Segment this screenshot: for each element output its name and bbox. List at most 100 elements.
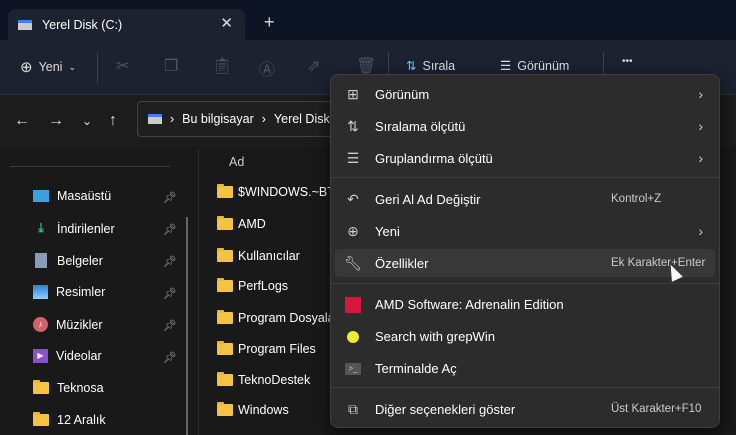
list-item[interactable]: PerfLogs (217, 278, 289, 293)
menu-item-show-more-options[interactable]: ⧉ Diğer seçenekleri göster Üst Karakter+F1… (335, 395, 715, 423)
divider (10, 166, 170, 167)
menu-item-label: Görünüm (375, 86, 430, 102)
menu-item-grepwin[interactable]: Search with grepWin (335, 322, 715, 350)
pin-icon[interactable]: 📌︎ (163, 191, 177, 204)
menu-item-undo-rename[interactable]: ↶ Geri Al Ad Değiştir Kontrol+Z (335, 185, 715, 213)
menu-item-label: Gruplandırma ölçütü (375, 150, 493, 166)
terminal-icon: >_ (343, 360, 363, 376)
new-label: Yeni (38, 60, 63, 74)
pin-icon[interactable]: 📌︎ (163, 255, 177, 268)
menu-item-label: Geri Al Ad Değiştir (375, 191, 481, 207)
documents-icon (35, 253, 47, 268)
list-item[interactable]: Kullanıcılar (217, 248, 300, 263)
file-name: TeknoDestek (238, 373, 311, 387)
folder-icon (217, 278, 233, 292)
chevron-right-icon: › (261, 112, 266, 126)
folder-icon (217, 341, 233, 355)
file-name: $WINDOWS.~BT (238, 185, 335, 199)
menu-item-label: Yeni (375, 223, 400, 239)
sort-icon: ⇅ (347, 117, 359, 134)
folder-icon (217, 402, 233, 416)
sidebar-item-documents[interactable]: Belgeler (33, 253, 103, 268)
sidebar-item-teknosa[interactable]: Teknosa (33, 380, 104, 395)
pin-icon[interactable]: 📌︎ (163, 223, 177, 236)
new-tab-button[interactable]: + (264, 12, 275, 33)
up-arrow-icon[interactable]: ↑ (109, 112, 117, 130)
view-button[interactable]: ☰ Görünüm (500, 58, 570, 74)
list-item[interactable]: Program Files (217, 341, 316, 356)
menu-item-new[interactable]: ⊕ Yeni › (335, 217, 715, 245)
sidebar-item-music[interactable]: ♪ Müzikler (33, 317, 103, 332)
sidebar-item-pictures[interactable]: Resimler (33, 285, 105, 299)
sidebar-item-videos[interactable]: ▶ Videolar (33, 349, 102, 363)
delete-icon[interactable]: 🗑︎ (356, 56, 376, 76)
tab-bar: Yerel Disk (C:) ✕ + (0, 0, 736, 41)
forward-arrow-icon[interactable]: → (48, 112, 64, 130)
sidebar-item-label: Resimler (56, 285, 106, 299)
list-item[interactable]: Windows (217, 402, 289, 417)
list-item[interactable]: AMD (217, 216, 266, 231)
desktop-icon (33, 190, 49, 202)
sidebar-item-downloads[interactable]: ⤓ İndirilenler (33, 221, 114, 236)
pin-icon[interactable]: 📌︎ (163, 319, 177, 332)
copy-icon[interactable]: ❐ (164, 56, 178, 76)
menu-item-amd-software[interactable]: AMD Software: Adrenalin Edition (335, 290, 715, 318)
shortcut-label: Ek Karakter+Enter (611, 257, 706, 269)
pin-icon[interactable]: 📌︎ (163, 287, 177, 300)
sidebar-item-12-aralik[interactable]: 12 Aralık (33, 412, 106, 427)
menu-item-label: Diğer seçenekleri göster (375, 401, 516, 417)
menu-item-group-by[interactable]: ☰ Gruplandırma ölçütü › (335, 144, 715, 172)
file-name: PerfLogs (238, 279, 289, 293)
menu-item-open-terminal[interactable]: >_ Terminalde Aç (335, 354, 715, 382)
sidebar-item-label: Masaüstü (57, 189, 112, 203)
back-arrow-icon[interactable]: ← (14, 112, 30, 130)
cut-icon[interactable]: ✂ (116, 56, 129, 76)
menu-item-label: Terminalde Aç (375, 360, 457, 376)
folder-icon (217, 248, 233, 262)
recent-chevron-icon[interactable]: ⌄ (82, 114, 92, 128)
chevron-right-icon: › (698, 150, 703, 166)
list-item[interactable]: Program Dosyaları (217, 310, 343, 325)
pin-icon[interactable]: 📌︎ (163, 351, 177, 364)
drive-icon (18, 20, 32, 30)
file-name: Windows (238, 403, 289, 417)
menu-item-view[interactable]: ⊞ Görünüm › (335, 80, 715, 108)
paste-icon[interactable]: 📋︎ (212, 56, 232, 76)
drive-icon (148, 114, 162, 124)
share-icon[interactable]: ⇗ (307, 56, 320, 76)
tab-yerel-disk[interactable]: Yerel Disk (C:) ✕ (8, 9, 245, 41)
amd-icon (343, 295, 363, 313)
sidebar-scrollbar[interactable] (186, 217, 188, 435)
view-lines-icon: ☰ (500, 59, 512, 73)
divider (198, 150, 199, 435)
undo-icon: ↶ (347, 190, 359, 207)
menu-separator (331, 283, 719, 284)
close-tab-icon[interactable]: ✕ (220, 14, 233, 32)
folder-icon (217, 310, 233, 324)
folder-icon (217, 372, 233, 386)
tab-title: Yerel Disk (C:) (42, 18, 123, 32)
list-item[interactable]: $WINDOWS.~BT (217, 184, 335, 199)
chevron-right-icon: › (698, 118, 703, 134)
menu-item-properties[interactable]: 🔧︎ Özellikler Ek Karakter+Enter (335, 249, 715, 277)
column-header-name[interactable]: Ad (229, 155, 244, 169)
menu-separator (331, 387, 719, 388)
list-item[interactable]: TeknoDestek (217, 372, 311, 387)
new-button[interactable]: ⊕ Yeni ⌄ (20, 58, 76, 76)
sort-button[interactable]: ⇅ Sırala (406, 58, 456, 74)
rename-icon[interactable]: Ⓐ (259, 56, 275, 80)
sidebar-item-desktop[interactable]: Masaüstü (33, 189, 111, 203)
folder-icon (33, 380, 49, 394)
breadcrumb-this-pc[interactable]: Bu bilgisayar (182, 112, 254, 126)
sidebar-item-label: Müzikler (56, 317, 103, 332)
more-options-button[interactable]: ••• (622, 56, 633, 67)
sidebar-item-label: Belgeler (57, 253, 103, 268)
menu-item-sort-by[interactable]: ⇅ Sıralama ölçütü › (335, 112, 715, 140)
file-name: Program Dosyaları (238, 311, 343, 325)
view-label: Görünüm (517, 58, 570, 73)
sort-label: Sırala (422, 58, 456, 73)
download-icon: ⤓ (38, 221, 44, 235)
menu-item-label: AMD Software: Adrenalin Edition (375, 296, 564, 312)
folder-icon (33, 412, 49, 426)
sort-icon: ⇅ (406, 59, 417, 73)
